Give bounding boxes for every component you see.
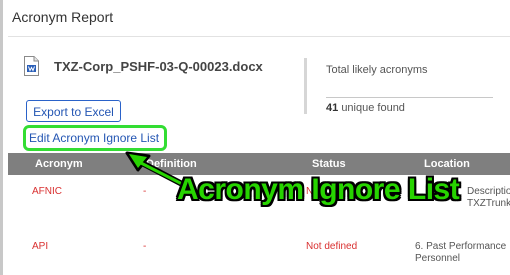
annotation-callout-text: Acronym Ignore List xyxy=(177,173,460,206)
annotation-arrow-icon xyxy=(125,151,189,189)
